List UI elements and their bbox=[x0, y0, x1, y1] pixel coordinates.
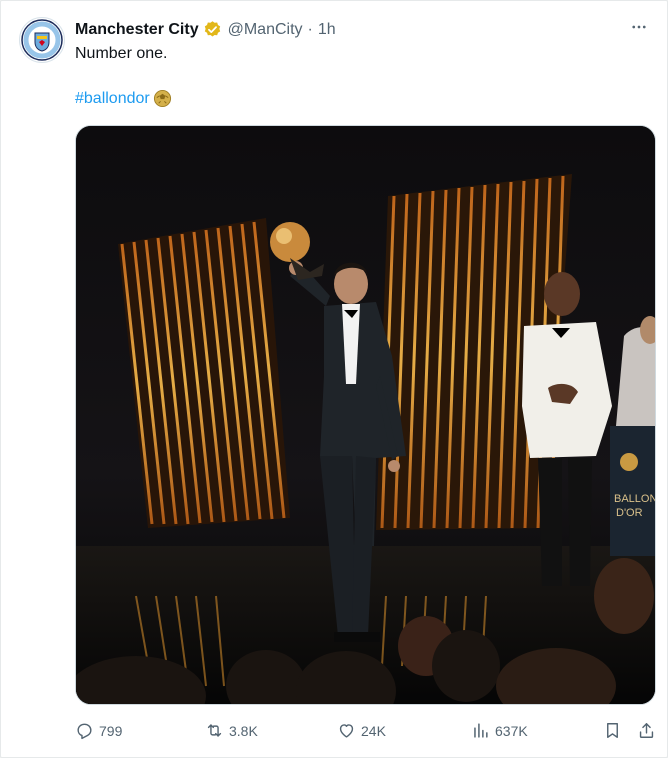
post-card[interactable]: Manchester City @ManCity · 1h Number one… bbox=[0, 0, 668, 758]
like-button[interactable]: 24K bbox=[337, 721, 386, 740]
action-bar: 799 3.8K 24K 637K bbox=[75, 721, 658, 745]
repost-icon bbox=[207, 724, 222, 737]
more-options-button[interactable] bbox=[629, 17, 649, 37]
views-button[interactable]: 637K bbox=[471, 721, 528, 740]
reply-count: 799 bbox=[99, 722, 123, 739]
hashtag-link[interactable]: #ballondor bbox=[75, 90, 150, 108]
post-timestamp[interactable]: 1h bbox=[318, 21, 336, 39]
author-name[interactable]: Manchester City bbox=[75, 21, 199, 39]
verified-badge-icon[interactable] bbox=[203, 20, 222, 39]
podium-sign-text-1: BALLON bbox=[614, 493, 656, 505]
reply-button[interactable]: 799 bbox=[75, 721, 122, 740]
avatar[interactable] bbox=[19, 17, 65, 63]
podium-sign-text-2: D'OR bbox=[616, 507, 643, 519]
post-header: Manchester City @ManCity · 1h bbox=[75, 20, 336, 39]
like-count: 24K bbox=[361, 722, 386, 739]
hashtag-row: #ballondor bbox=[75, 89, 172, 108]
repost-button[interactable]: 3.8K bbox=[205, 721, 258, 740]
award-ceremony-photo: BALLON D'OR bbox=[76, 126, 656, 704]
post-image[interactable]: BALLON D'OR bbox=[75, 125, 656, 705]
author-handle[interactable]: @ManCity bbox=[228, 21, 303, 39]
stage-light-panel-left bbox=[118, 218, 290, 528]
ballon-dor-podium: BALLON D'OR bbox=[610, 426, 656, 556]
manchester-city-crest-icon bbox=[21, 19, 63, 61]
bookmark-button[interactable] bbox=[603, 721, 622, 740]
more-horizontal-icon bbox=[632, 25, 646, 29]
views-icon bbox=[474, 723, 488, 738]
post-text: Number one. bbox=[75, 45, 168, 62]
views-count: 637K bbox=[495, 722, 528, 739]
repost-count: 3.8K bbox=[229, 722, 258, 739]
like-icon bbox=[339, 724, 354, 738]
reply-icon bbox=[77, 723, 92, 740]
ballon-dor-emoji-icon bbox=[153, 89, 171, 108]
share-icon bbox=[639, 723, 654, 738]
separator-dot: · bbox=[307, 20, 313, 38]
bookmark-icon bbox=[607, 723, 618, 738]
share-button[interactable] bbox=[637, 721, 656, 740]
